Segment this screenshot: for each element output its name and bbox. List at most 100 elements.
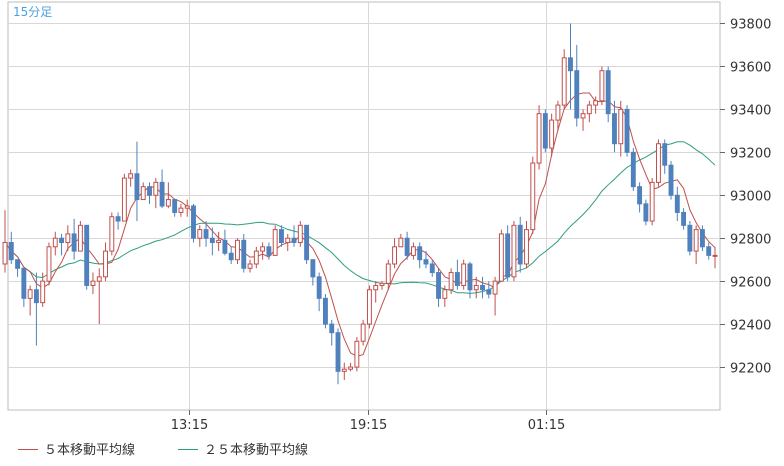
legend-label: ５本移動平均線 bbox=[44, 442, 135, 458]
candle-body-up bbox=[77, 224, 83, 252]
candle bbox=[272, 225, 278, 256]
chart-svg: 92200 92400 92600 92800 93000 93200 93400 93600… bbox=[2, 1, 771, 458]
candle bbox=[530, 156, 536, 234]
candle-body-down bbox=[624, 108, 630, 153]
candle-body-up bbox=[109, 216, 115, 252]
candle-body-up bbox=[165, 199, 171, 207]
candle-body-down bbox=[222, 239, 228, 254]
y-tick-label: 92200 bbox=[730, 362, 771, 377]
candle bbox=[699, 225, 705, 252]
candle-body-down bbox=[517, 224, 523, 265]
candle-body-down bbox=[699, 229, 705, 248]
x-tick-label: 01:15 bbox=[528, 418, 565, 433]
candle-body-down bbox=[228, 252, 234, 261]
candle-body-down bbox=[454, 272, 460, 286]
candle-body-up bbox=[354, 340, 360, 368]
candle bbox=[536, 105, 542, 170]
candle-body-up bbox=[693, 229, 699, 252]
candle-body-down bbox=[203, 229, 209, 239]
candle-body-down bbox=[33, 289, 39, 304]
candle-body-up bbox=[410, 246, 416, 256]
candle bbox=[561, 49, 567, 110]
candle-body-down bbox=[687, 224, 693, 252]
candle-body-up bbox=[530, 162, 536, 231]
candle-body-up bbox=[178, 207, 184, 213]
legend: ５本移動平均線 ２５本移動平均線 bbox=[18, 442, 308, 458]
candle-body-down bbox=[662, 143, 668, 166]
candle-body-down bbox=[191, 205, 196, 239]
candle-body-down bbox=[159, 181, 165, 207]
candle-body-down bbox=[8, 242, 14, 261]
candle-body-down bbox=[674, 194, 680, 213]
candle-body-down bbox=[605, 70, 611, 115]
candle-body-up bbox=[511, 224, 517, 278]
y-tick-label: 92800 bbox=[730, 233, 771, 248]
candle-body-down bbox=[279, 229, 284, 244]
candle-body-up bbox=[65, 233, 71, 244]
candle-body-down bbox=[706, 246, 712, 256]
legend-label: ２５本移動平均線 bbox=[204, 442, 308, 458]
candle bbox=[191, 203, 196, 243]
candle-body-up bbox=[649, 181, 655, 222]
candle-body-down bbox=[681, 211, 687, 226]
y-tick-label: 93000 bbox=[730, 190, 771, 205]
candle-body-down bbox=[115, 216, 121, 222]
candle-body-up bbox=[599, 70, 605, 102]
candle-body-down bbox=[266, 246, 272, 256]
candle bbox=[517, 216, 523, 273]
candle-body-down bbox=[630, 151, 636, 188]
candle-body-up bbox=[586, 104, 592, 115]
candle-body-up bbox=[121, 177, 127, 222]
candle-body-down bbox=[21, 267, 27, 299]
plot-frame bbox=[7, 1, 721, 411]
candle bbox=[77, 221, 83, 252]
candle-body-down bbox=[486, 289, 492, 295]
candle-body-down bbox=[612, 113, 617, 145]
grid-layer bbox=[7, 1, 721, 411]
candle bbox=[109, 212, 115, 256]
candle-body-down bbox=[668, 164, 674, 196]
candle bbox=[505, 225, 511, 282]
candle-body-down bbox=[329, 323, 335, 334]
candle-body-up bbox=[96, 276, 102, 282]
candle-body-down bbox=[134, 173, 140, 201]
candle bbox=[624, 105, 630, 157]
candle-body-up bbox=[712, 254, 718, 257]
candle-body-up bbox=[392, 246, 398, 265]
candle-body-up bbox=[297, 224, 303, 244]
candle-body-down bbox=[637, 186, 643, 205]
candle-body-up bbox=[260, 246, 266, 252]
candle-body-up bbox=[140, 186, 146, 201]
candle bbox=[297, 221, 303, 247]
candle bbox=[448, 268, 454, 295]
candle-body-up bbox=[580, 113, 586, 119]
candle-body-up bbox=[40, 280, 46, 304]
candle-body-up bbox=[492, 280, 498, 295]
candle-body-up bbox=[341, 368, 347, 372]
candle-body-down bbox=[147, 186, 152, 196]
candle-body-down bbox=[574, 70, 580, 119]
candle-body-up bbox=[524, 229, 529, 265]
candle-body-up bbox=[373, 284, 379, 291]
candle bbox=[542, 109, 548, 153]
candle-body-up bbox=[593, 100, 599, 106]
candle bbox=[656, 139, 661, 187]
candle bbox=[630, 148, 636, 191]
candle bbox=[498, 229, 504, 282]
candle-body-down bbox=[209, 237, 215, 244]
candle-body-up bbox=[128, 173, 134, 179]
candle-body-down bbox=[505, 233, 511, 278]
candle-body-up bbox=[536, 113, 542, 164]
candle-body-up bbox=[656, 143, 661, 183]
y-tick-label: 92400 bbox=[730, 319, 771, 334]
x-tick-label: 13:15 bbox=[171, 418, 208, 433]
candle bbox=[121, 173, 127, 222]
candle-body-down bbox=[241, 239, 247, 269]
candle-body-up bbox=[103, 250, 108, 278]
candle-body-up bbox=[235, 239, 240, 261]
candle-body-down bbox=[310, 259, 316, 278]
candle-body-down bbox=[542, 113, 548, 149]
candle bbox=[599, 66, 605, 106]
candle bbox=[366, 285, 372, 329]
candle-body-up bbox=[153, 181, 159, 196]
